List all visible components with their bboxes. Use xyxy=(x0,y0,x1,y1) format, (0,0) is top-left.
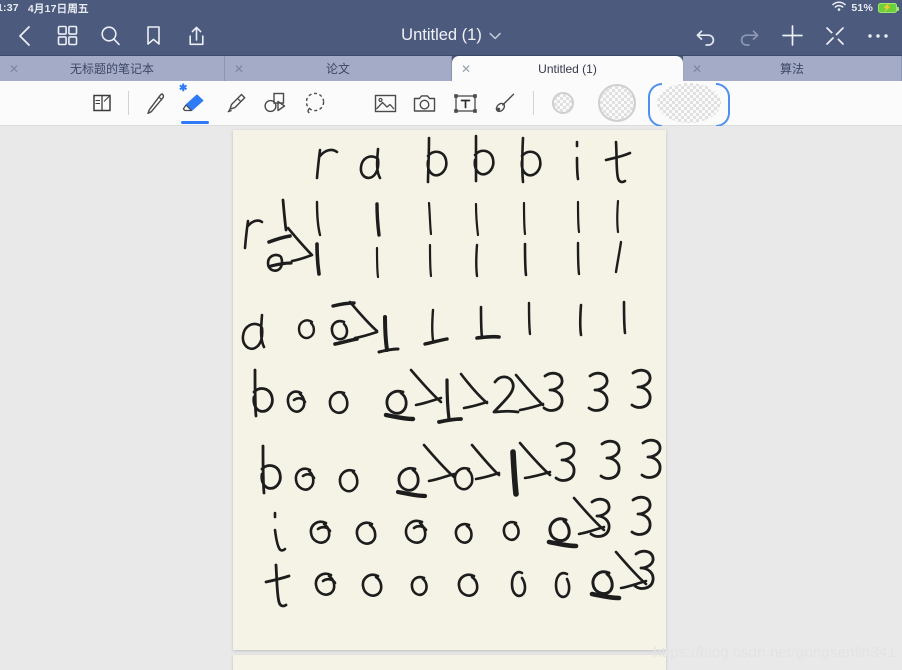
tab-label: 论文 xyxy=(325,62,350,76)
tab-notebook-2[interactable]: ✕ 论文 xyxy=(225,56,452,81)
page-flip-icon[interactable] xyxy=(82,82,122,124)
tab-label: Untitled (1) xyxy=(538,61,597,76)
more-icon[interactable] xyxy=(866,24,890,48)
app-root: 1:37 4月17日周五 51% ⚡ xyxy=(0,0,902,670)
tab-notebook-4[interactable]: ✕ 算法 xyxy=(683,56,902,81)
lasso-icon[interactable] xyxy=(295,82,335,124)
scissors-icon[interactable] xyxy=(823,24,847,48)
close-icon[interactable]: ✕ xyxy=(461,63,471,75)
notebook-page-1[interactable] xyxy=(233,130,666,650)
close-icon[interactable]: ✕ xyxy=(692,63,702,75)
toolbar-divider-1 xyxy=(128,91,129,115)
undo-icon[interactable] xyxy=(694,24,718,48)
grid-icon[interactable] xyxy=(55,24,79,48)
wifi-icon xyxy=(832,1,847,15)
tab-label: 算法 xyxy=(779,62,804,76)
eraser-size-large[interactable] xyxy=(648,83,730,127)
battery-charging-icon: ⚡ xyxy=(878,3,899,13)
document-title-text: Untitled (1) xyxy=(401,26,482,44)
close-icon[interactable]: ✕ xyxy=(234,63,244,75)
tab-bar: ✕ 无标题的笔记本 ✕ 论文 ✕ Untitled (1) ✕ 算法 xyxy=(0,56,902,81)
navigation-bar: Untitled (1) xyxy=(0,16,902,56)
text-box-icon[interactable] xyxy=(445,82,485,124)
watermark: https://blog.csdn.net/gongsenlin341 xyxy=(652,644,896,661)
eraser-size-medium[interactable] xyxy=(586,84,648,122)
tool-palette: ✱ xyxy=(0,81,902,127)
status-time: 1:37 xyxy=(0,2,19,14)
share-icon[interactable] xyxy=(184,24,208,48)
canvas-area[interactable]: https://blog.csdn.net/gongsenlin341 xyxy=(0,126,902,670)
image-icon[interactable] xyxy=(365,82,405,124)
tab-notebook-1[interactable]: ✕ 无标题的笔记本 xyxy=(0,56,225,81)
eraser-icon[interactable]: ✱ xyxy=(175,82,215,124)
battery-percent: 51% xyxy=(851,2,873,14)
document-title[interactable]: Untitled (1) xyxy=(401,26,501,45)
toolbar-divider-2 xyxy=(533,91,534,115)
tab-notebook-3-active[interactable]: ✕ Untitled (1) xyxy=(452,56,683,81)
redo-icon[interactable] xyxy=(737,24,761,48)
camera-icon[interactable] xyxy=(405,82,445,124)
laser-pointer-icon[interactable] xyxy=(485,82,525,124)
shapes-icon[interactable] xyxy=(255,82,295,124)
chevron-down-icon xyxy=(489,26,501,45)
handwriting-ink xyxy=(241,134,662,608)
bookmark-icon[interactable] xyxy=(141,24,165,48)
eraser-size-small[interactable] xyxy=(540,92,586,114)
status-date: 4月17日周五 xyxy=(27,2,89,15)
eraser-size-group xyxy=(540,83,730,127)
close-icon[interactable]: ✕ xyxy=(9,63,19,75)
add-icon[interactable] xyxy=(780,24,804,48)
back-icon[interactable] xyxy=(12,24,36,48)
notebook-page-2[interactable] xyxy=(233,655,666,670)
status-bar: 1:37 4月17日周五 51% ⚡ xyxy=(0,0,902,16)
bluetooth-icon: ✱ xyxy=(179,83,188,94)
pen-icon[interactable] xyxy=(135,82,175,124)
highlighter-icon[interactable] xyxy=(215,82,255,124)
search-icon[interactable] xyxy=(98,24,122,48)
tab-label: 无标题的笔记本 xyxy=(69,62,154,76)
